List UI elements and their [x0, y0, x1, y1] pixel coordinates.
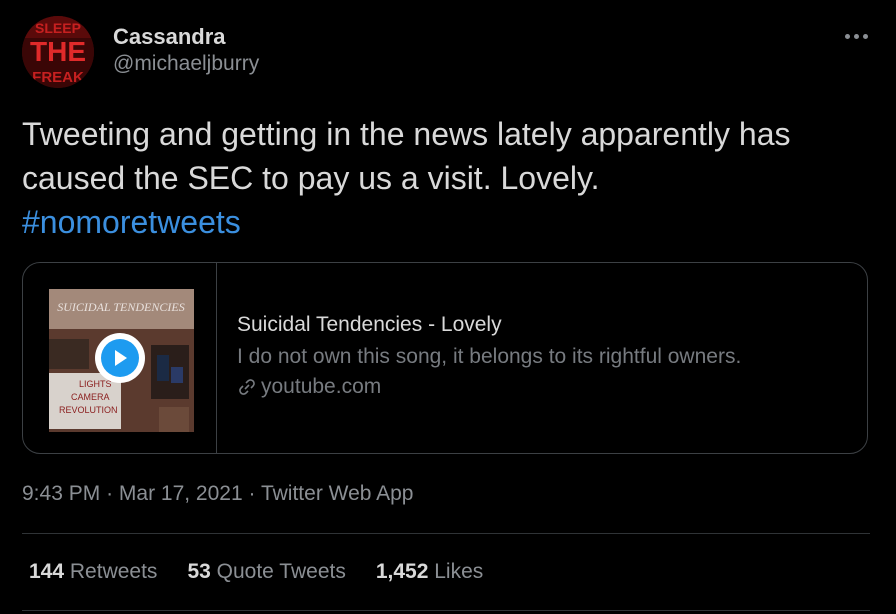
tweet-time[interactable]: 9:43 PM: [22, 482, 100, 505]
svg-text:SLEEP: SLEEP: [35, 20, 81, 36]
likes-count: 1,452: [375, 560, 429, 583]
card-title: Suicidal Tendencies - Lovely: [237, 313, 502, 336]
divider: [22, 610, 870, 611]
card-thumbnail-area: SUICIDAL TENDENCIES LIGHTS CAMERA REVOLU…: [23, 263, 217, 453]
meta-separator: ·: [106, 482, 114, 505]
thumb-marquee-2: CAMERA: [71, 392, 110, 402]
thumb-marquee-3: REVOLUTION: [59, 405, 118, 415]
tweet-body: Tweeting and getting in the news lately …: [22, 116, 791, 196]
tweet-source[interactable]: Twitter Web App: [261, 482, 414, 505]
meta-separator: ·: [248, 482, 256, 505]
avatar[interactable]: SLEEP THE FREAK: [22, 16, 94, 88]
svg-text:FREAK: FREAK: [32, 69, 84, 86]
thumb-band-text: SUICIDAL TENDENCIES: [57, 300, 184, 314]
likes-stat[interactable]: 1,452 Likes: [376, 560, 483, 584]
link-icon: [239, 379, 255, 395]
tweet-date[interactable]: Mar 17, 2021: [119, 482, 243, 505]
svg-text:THE: THE: [30, 36, 86, 67]
retweets-label: Retweets: [69, 560, 158, 583]
hashtag-link[interactable]: #nomoretweets: [22, 204, 241, 240]
author-handle[interactable]: @michaeljburry: [113, 52, 259, 76]
tweet-text: Tweeting and getting in the news lately …: [22, 112, 882, 244]
thumb-marquee-1: LIGHTS: [79, 379, 112, 389]
divider: [22, 533, 870, 534]
card-domain: youtube.com: [237, 375, 741, 399]
tweet-meta: 9:43 PM · Mar 17, 2021 · Twitter Web App: [22, 482, 414, 506]
quotes-label: Quote Tweets: [216, 560, 346, 583]
author-display-name[interactable]: Cassandra: [113, 24, 226, 50]
quotes-count: 53: [187, 560, 211, 583]
card-domain-text: youtube.com: [261, 375, 382, 398]
tweet-stats: 144 Retweets 53 Quote Tweets 1,452 Likes: [29, 560, 483, 584]
more-options-icon[interactable]: [836, 22, 876, 50]
play-button-icon[interactable]: [95, 333, 145, 383]
likes-label: Likes: [434, 560, 484, 583]
link-card[interactable]: SUICIDAL TENDENCIES LIGHTS CAMERA REVOLU…: [22, 262, 868, 454]
retweets-count: 144: [29, 560, 65, 583]
retweets-stat[interactable]: 144 Retweets: [29, 560, 157, 584]
card-text: Suicidal Tendencies - Lovely I do not ow…: [237, 313, 741, 399]
quote-tweets-stat[interactable]: 53 Quote Tweets: [187, 560, 345, 584]
card-description: I do not own this song, it belongs to it…: [237, 345, 742, 368]
